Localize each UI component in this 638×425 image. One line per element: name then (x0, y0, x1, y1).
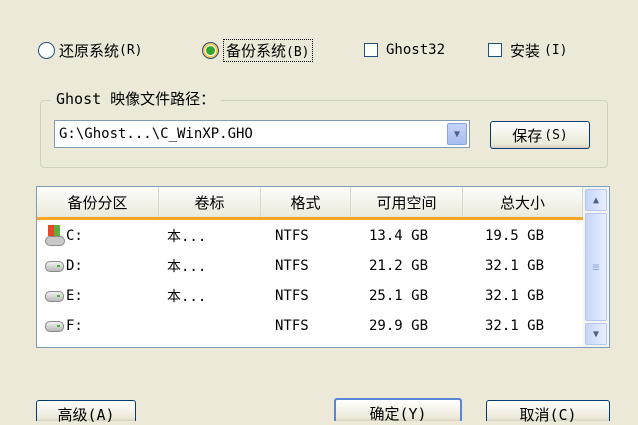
total-size-value: 19.5 GB (485, 228, 545, 244)
save-label: 保存 (512, 126, 543, 145)
install-checkbox[interactable] (488, 43, 502, 57)
cancel-label: 取消(C) (519, 406, 577, 424)
backup-label: 备份系统 (226, 41, 287, 60)
vertical-scrollbar[interactable]: ▲ ≡ ▼ (583, 187, 609, 347)
column-header-total-size[interactable]: 总大小 (463, 187, 583, 217)
format-value: NTFS (275, 258, 309, 274)
drive-letter: D: (66, 258, 83, 274)
table-row[interactable]: E: 本... NTFS 25.1 GB 32.1 GB (37, 281, 583, 311)
partition-list[interactable]: 备份分区 卷标 格式 可用空间 总大小 C: 本... NTFS 13.4 GB… (36, 186, 610, 348)
drive-letter: F: (66, 318, 83, 334)
backup-radio[interactable] (202, 41, 219, 59)
partition-list-header: 备份分区 卷标 格式 可用空间 总大小 (37, 187, 583, 220)
advanced-button[interactable]: 高级(A) (36, 400, 136, 424)
image-path-combobox[interactable]: G:\Ghost...\C_WinXP.GHO ▼ (54, 120, 470, 148)
scroll-thumb[interactable]: ≡ (585, 213, 607, 321)
total-size-value: 32.1 GB (485, 288, 545, 304)
format-value: NTFS (275, 288, 309, 304)
total-size-value: 32.1 GB (485, 258, 545, 274)
ok-button[interactable]: 确定(Y) (334, 398, 462, 423)
drive-cell: D: (45, 251, 83, 281)
column-header-label[interactable]: 卷标 (159, 187, 261, 217)
ghost32-label: Ghost32 (386, 42, 446, 58)
drive-cell: C: (45, 221, 83, 251)
format-value: NTFS (275, 228, 309, 244)
free-space-value: 21.2 GB (369, 258, 429, 274)
image-path-group-title: Ghost 映像文件路径： (50, 88, 222, 109)
volume-label: 本... (167, 259, 207, 275)
restore-hotkey: (R) (119, 42, 143, 58)
drive-cell: F: (45, 311, 83, 341)
backup-label-focus: 备份系统(B) (223, 38, 313, 62)
free-space-value: 29.9 GB (369, 318, 429, 334)
ghost32-checkbox-option[interactable]: Ghost32 (364, 36, 445, 64)
table-row[interactable]: D: 本... NTFS 21.2 GB 32.1 GB (37, 251, 583, 281)
free-space-value: 25.1 GB (369, 288, 429, 304)
restore-radio[interactable] (38, 41, 55, 59)
table-row[interactable]: F: NTFS 29.9 GB 32.1 GB (37, 311, 583, 341)
backup-radio-option[interactable]: 备份系统(B) (202, 36, 313, 64)
install-checkbox-option[interactable]: 安装 (I) (488, 36, 568, 64)
column-header-partition[interactable]: 备份分区 (37, 187, 159, 217)
column-header-free-space[interactable]: 可用空间 (351, 187, 463, 217)
scroll-down-icon[interactable]: ▼ (585, 323, 607, 345)
free-space-value: 13.4 GB (369, 228, 429, 244)
hard-drive-icon (45, 260, 64, 272)
ghost32-checkbox[interactable] (364, 43, 378, 57)
volume-label: 本... (167, 289, 207, 305)
scroll-up-icon[interactable]: ▲ (585, 189, 607, 211)
format-value: NTFS (275, 318, 309, 334)
table-row[interactable]: C: 本... NTFS 13.4 GB 19.5 GB (37, 221, 583, 251)
backup-hotkey: (B) (286, 44, 310, 60)
save-hotkey: (S) (544, 127, 568, 143)
chevron-down-icon[interactable]: ▼ (447, 123, 467, 145)
drive-letter: E: (66, 288, 83, 304)
total-size-value: 32.1 GB (485, 318, 545, 334)
restore-radio-option[interactable]: 还原系统 (R) (38, 36, 143, 64)
save-button[interactable]: 保存 (S) (490, 121, 590, 149)
system-drive-icon (45, 225, 65, 247)
restore-label: 还原系统 (59, 41, 120, 60)
drive-cell: E: (45, 281, 83, 311)
column-header-format[interactable]: 格式 (261, 187, 351, 217)
install-hotkey: (I) (544, 42, 568, 58)
install-label: 安装 (510, 41, 541, 60)
mode-options: 还原系统 (R) 备份系统(B) Ghost32 安装 (I) (38, 36, 628, 64)
advanced-label: 高级(A) (57, 406, 115, 424)
cancel-button[interactable]: 取消(C) (486, 400, 610, 424)
hard-drive-icon (45, 320, 64, 332)
hard-drive-icon (45, 290, 64, 302)
image-path-value: G:\Ghost...\C_WinXP.GHO (59, 126, 253, 142)
volume-label: 本... (167, 229, 207, 245)
drive-letter: C: (66, 228, 83, 244)
